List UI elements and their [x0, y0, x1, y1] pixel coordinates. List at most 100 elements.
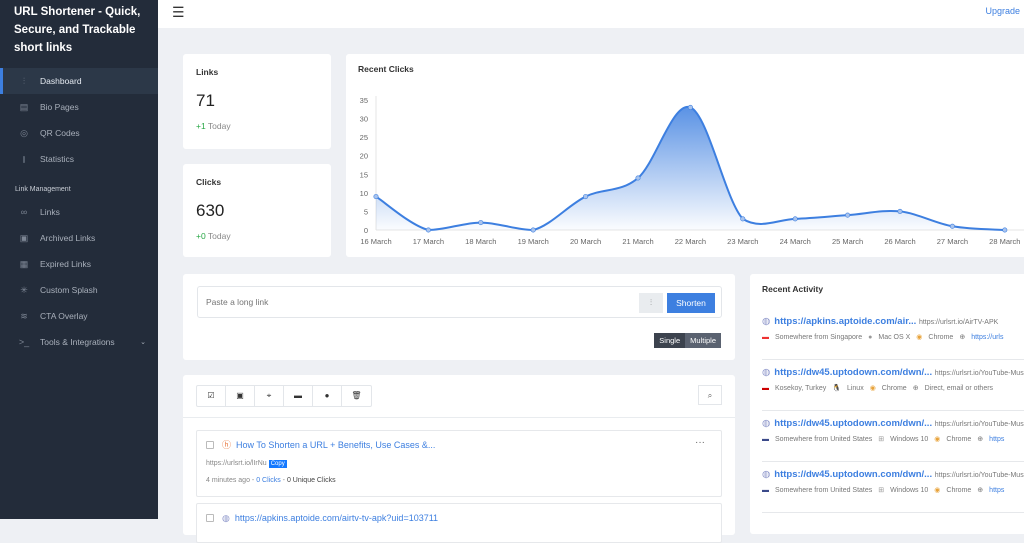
globe-icon: ⊕: [977, 436, 984, 443]
data-point[interactable]: [845, 212, 851, 218]
sidebar-item-bio-pages[interactable]: ▤ Bio Pages: [0, 94, 158, 120]
brand-title: URL Shortener - Quick, Secure, and Track…: [14, 6, 141, 54]
activity-url[interactable]: https://dw45.uptodown.com/dwn/...: [774, 469, 932, 480]
long-link-input[interactable]: [206, 297, 606, 307]
referrer[interactable]: https: [989, 487, 1004, 494]
label: QR Codes: [40, 128, 80, 138]
search-icon[interactable]: ⌕: [698, 385, 722, 405]
chrome-icon: ◉: [916, 334, 923, 341]
recent-activity-card: Recent Activity ◍ https://apkins.aptoide.…: [750, 274, 1024, 534]
copy-button[interactable]: Copy: [268, 460, 287, 468]
menu-icon[interactable]: ☰: [172, 4, 185, 21]
link-title[interactable]: ⓗ How To Shorten a URL + Benefits, Use Ca…: [222, 438, 435, 451]
compass-icon[interactable]: ●: [313, 386, 342, 406]
os: Linux: [846, 385, 864, 392]
bulk-toolbar: ☑ ▣ ⌖ ▬ ● 🗑: [196, 385, 372, 407]
links-stat-value: 71: [196, 91, 215, 110]
location: Somewhere from Singapore: [775, 334, 863, 341]
activity-title: Recent Activity: [762, 284, 824, 294]
location: Kosekoy, Turkey: [775, 385, 827, 392]
clicks-stat-card: Clicks 630 +0 Today: [183, 164, 331, 257]
sidebar-item-qr-codes[interactable]: ◎ QR Codes: [0, 120, 158, 146]
globe-icon: ◍: [762, 469, 771, 480]
crosshair-icon[interactable]: ⌖: [255, 386, 284, 406]
activity-url[interactable]: https://apkins.aptoide.com/air...: [774, 316, 916, 327]
y-tick-label: 5: [364, 207, 368, 216]
links-stat-title: Links: [196, 67, 219, 77]
activity-details: ▬ Somewhere from United States ⊞ Windows 10…: [762, 435, 1010, 443]
link-checkbox[interactable]: [206, 441, 214, 449]
briefcase-icon: ▣: [19, 232, 29, 243]
data-point[interactable]: [740, 216, 746, 222]
data-point[interactable]: [897, 208, 903, 214]
y-tick-label: 0: [364, 226, 368, 235]
x-tick-label: 26 March: [884, 237, 915, 246]
activity-url-row: ◍ https://dw45.uptodown.com/dwn/... https…: [762, 469, 1024, 480]
sidebar-item-custom-splash[interactable]: ✳ Custom Splash: [0, 277, 158, 303]
layout-icon: ▤: [19, 101, 29, 112]
label: Statistics: [40, 154, 75, 164]
activity-url-row: ◍ https://dw45.uptodown.com/dwn/... https…: [762, 418, 1024, 429]
data-point[interactable]: [373, 194, 379, 200]
link-checkbox[interactable]: [206, 514, 214, 522]
globe-icon: ◍: [762, 316, 771, 327]
x-tick-label: 21 March: [622, 237, 653, 246]
referrer[interactable]: https: [989, 436, 1004, 443]
title-text: How To Shorten a URL + Benefits, Use Cas…: [236, 440, 436, 450]
activity-details: ▬ Somewhere from Singapore ● Mac OS X ◉ Chrom…: [762, 333, 1009, 341]
y-tick-label: 35: [360, 96, 368, 105]
sidebar-item-expired-links[interactable]: ▦ Expired Links: [0, 251, 158, 277]
data-point[interactable]: [635, 175, 641, 181]
data-point[interactable]: [425, 227, 431, 233]
links-list-card: ☑ ▣ ⌖ ▬ ● 🗑 ⌕ ⓗ How To Shorten a URL + Be…: [183, 375, 735, 543]
activity-url[interactable]: https://dw45.uptodown.com/dwn/...: [774, 367, 932, 378]
globe-icon: ⊕: [912, 385, 919, 392]
sidebar-item-dashboard[interactable]: ⫶ Dashboard: [0, 68, 158, 94]
multiple-mode-button[interactable]: Multiple: [685, 333, 721, 348]
data-point[interactable]: [583, 194, 589, 200]
data-point[interactable]: [478, 220, 484, 226]
mode-toggle: Single Multiple: [654, 333, 721, 348]
data-point[interactable]: [687, 104, 693, 110]
globe-icon: ◍: [762, 418, 771, 429]
sidebar-item-archived-links[interactable]: ▣ Archived Links: [0, 225, 158, 251]
single-mode-button[interactable]: Single: [654, 333, 686, 348]
activity-item: ◍ https://dw45.uptodown.com/dwn/... https…: [762, 411, 1024, 462]
clicks-link[interactable]: 0 Clicks: [256, 477, 281, 484]
globe-icon: ⊕: [977, 487, 984, 494]
label: Expired Links: [40, 259, 92, 269]
sidebar-item-statistics[interactable]: ⫾ Statistics: [0, 146, 158, 172]
x-tick-label: 28 March: [989, 237, 1020, 246]
sidebar-item-cta-overlay[interactable]: ≋ CTA Overlay: [0, 303, 158, 329]
favicon-icon: ⓗ: [222, 440, 232, 450]
shorten-form: ⫶ Shorten: [197, 286, 722, 318]
more-options-icon[interactable]: ···: [695, 437, 705, 448]
data-point[interactable]: [792, 216, 798, 222]
os: Windows 10: [890, 436, 929, 443]
flag-icon: ▬: [762, 487, 769, 494]
shorten-button[interactable]: Shorten: [667, 293, 715, 313]
y-tick-label: 30: [360, 115, 368, 124]
globe-icon: ⊕: [959, 334, 966, 341]
data-point[interactable]: [1002, 227, 1008, 233]
data-point[interactable]: [530, 227, 536, 233]
sidebar-item-tools-integrations[interactable]: >_ Tools & Integrations ⌄: [0, 329, 158, 355]
archive-icon[interactable]: ▣: [226, 386, 255, 406]
activity-url[interactable]: https://dw45.uptodown.com/dwn/...: [774, 418, 932, 429]
upgrade-link[interactable]: Upgrade: [985, 6, 1020, 16]
activity-details: ▬ Somewhere from United States ⊞ Windows 10…: [762, 486, 1010, 494]
data-point[interactable]: [949, 223, 955, 229]
select-all-icon[interactable]: ☑: [197, 386, 226, 406]
trash-icon[interactable]: 🗑: [342, 386, 371, 406]
activity-item: ◍ https://dw45.uptodown.com/dwn/... https…: [762, 462, 1024, 513]
sidebar-item-links[interactable]: ∞ Links: [0, 199, 158, 225]
calendar-icon[interactable]: ▬: [284, 386, 313, 406]
x-tick-label: 24 March: [780, 237, 811, 246]
options-sliders-icon[interactable]: ⫶: [639, 293, 663, 313]
unique-clicks: 0 Unique Clicks: [286, 477, 336, 484]
time: 4 minutes ago: [206, 477, 250, 484]
aperture-icon: ◎: [20, 127, 28, 138]
referrer[interactable]: https://urls: [971, 334, 1003, 341]
short-url-text[interactable]: https://urlsrt.io/lIrNu: [206, 460, 267, 467]
x-tick-label: 25 March: [832, 237, 863, 246]
